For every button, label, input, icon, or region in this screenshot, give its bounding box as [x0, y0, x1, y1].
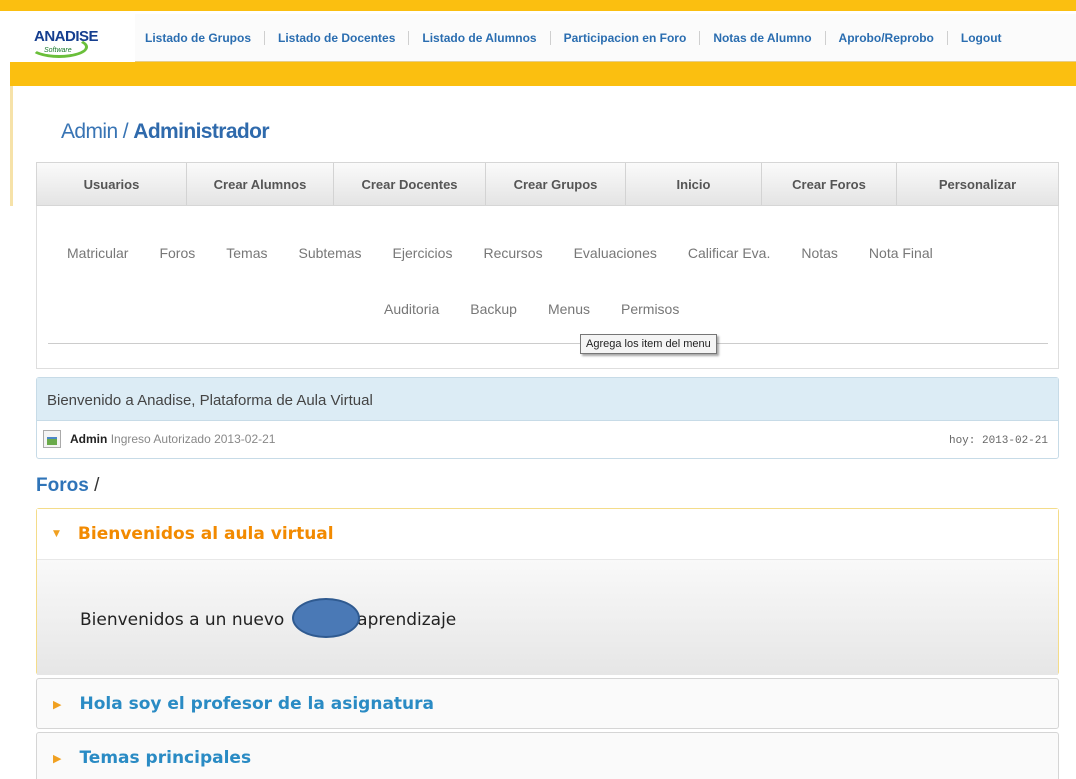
foros-heading: Foros /	[36, 475, 99, 497]
page-title-name: Administrador	[133, 120, 269, 143]
sub-menu-divider	[48, 343, 1048, 344]
submenu-backup[interactable]: Backup	[470, 301, 517, 317]
tab-crear-foros[interactable]: Crear Foros	[762, 163, 897, 205]
forum-item-header[interactable]: ▶ Temas principales	[37, 733, 1058, 779]
sub-menu-row-2: Auditoria Backup Menus Permisos	[384, 301, 710, 317]
sub-menu-row-1: Matricular Foros Temas Subtemas Ejercici…	[67, 245, 964, 261]
caret-right-icon: ▶	[53, 751, 62, 765]
welcome-user-name: Admin	[70, 432, 108, 446]
nav-listado-alumnos[interactable]: Listado de Alumnos	[422, 31, 536, 45]
submenu-menus[interactable]: Menus	[548, 301, 590, 317]
foros-heading-text: Foros	[36, 475, 89, 496]
welcome-user-row: Admin Ingreso Autorizado 2013-02-21 hoy:…	[37, 421, 1058, 459]
nav-logout[interactable]: Logout	[961, 31, 1002, 45]
submenu-calificar-eva[interactable]: Calificar Eva.	[688, 245, 770, 261]
forum-body-text-end: aprendizaje	[357, 610, 457, 630]
nav-participacion-foro[interactable]: Participacion en Foro	[564, 31, 687, 45]
submenu-subtemas[interactable]: Subtemas	[299, 245, 362, 261]
welcome-today-date: hoy: 2013-02-21	[948, 435, 1048, 447]
welcome-box: Bienvenido a Anadise, Plataforma de Aula…	[36, 377, 1059, 459]
welcome-login-status: Ingreso Autorizado 2013-02-21	[110, 432, 276, 446]
main-tab-bar: Usuarios Crear Alumnos Crear Docentes Cr…	[36, 162, 1059, 206]
menus-tooltip: Agrega los item del menu	[580, 334, 717, 354]
forum-item-title: Hola soy el profesor de la asignatura	[79, 694, 435, 714]
redaction-mark	[292, 598, 360, 638]
nav-divider	[549, 31, 551, 45]
logo-text: ANADISE	[34, 28, 99, 45]
nav-aprobo-reprobo[interactable]: Aprobo/Reprobo	[839, 31, 934, 45]
submenu-evaluaciones[interactable]: Evaluaciones	[574, 245, 657, 261]
submenu-ejercicios[interactable]: Ejercicios	[393, 245, 453, 261]
user-image-icon	[43, 430, 61, 448]
forum-item-body-text: Bienvenidos a un nuevo aprendizaje	[80, 610, 456, 630]
tab-crear-docentes[interactable]: Crear Docentes	[334, 163, 486, 205]
forum-item-expanded: ▼ Bienvenidos al aula virtual Bienvenido…	[36, 508, 1059, 675]
submenu-nota-final[interactable]: Nota Final	[869, 245, 933, 261]
nav-divider	[408, 31, 410, 45]
caret-right-icon: ▶	[53, 697, 62, 711]
nav-divider	[699, 31, 701, 45]
submenu-matricular[interactable]: Matricular	[67, 245, 128, 261]
side-strip	[10, 86, 13, 206]
nav-divider	[264, 31, 266, 45]
tab-personalizar[interactable]: Personalizar	[897, 163, 1058, 205]
foros-heading-separator: /	[94, 475, 100, 496]
top-header	[0, 0, 1076, 206]
forum-item-header[interactable]: ▼ Bienvenidos al aula virtual	[37, 509, 1058, 560]
submenu-auditoria[interactable]: Auditoria	[384, 301, 439, 317]
welcome-title: Bienvenido a Anadise, Plataforma de Aula…	[37, 378, 1058, 421]
caret-down-icon: ▼	[53, 529, 60, 539]
tab-usuarios[interactable]: Usuarios	[37, 163, 187, 205]
anadise-logo[interactable]: ANADISE Software	[28, 20, 118, 66]
page-title: Admin / Administrador	[61, 120, 270, 144]
forum-item-header[interactable]: ▶ Hola soy el profesor de la asignatura	[37, 679, 1058, 729]
submenu-recursos[interactable]: Recursos	[483, 245, 542, 261]
header-orange-strip	[0, 0, 1076, 11]
header-orange-band	[10, 62, 1076, 86]
page-title-role: Admin /	[61, 120, 129, 143]
submenu-foros[interactable]: Foros	[159, 245, 195, 261]
nav-listado-docentes[interactable]: Listado de Docentes	[278, 31, 395, 45]
logo-subtext: Software	[44, 47, 72, 54]
forum-body-text-start: Bienvenidos a un nuevo	[80, 610, 285, 630]
nav-divider	[946, 31, 948, 45]
submenu-permisos[interactable]: Permisos	[621, 301, 679, 317]
tab-crear-alumnos[interactable]: Crear Alumnos	[187, 163, 334, 205]
welcome-user-info: Admin Ingreso Autorizado 2013-02-21	[70, 432, 275, 446]
nav-listado-grupos[interactable]: Listado de Grupos	[145, 31, 251, 45]
nav-divider	[824, 31, 826, 45]
forum-item-body: Bienvenidos a un nuevo aprendizaje	[37, 560, 1058, 675]
sub-menu-panel	[36, 206, 1059, 369]
submenu-temas[interactable]: Temas	[226, 245, 267, 261]
tab-inicio[interactable]: Inicio	[626, 163, 762, 205]
forum-item-title: Temas principales	[79, 748, 252, 768]
forum-item-title: Bienvenidos al aula virtual	[77, 524, 334, 544]
submenu-notas[interactable]: Notas	[801, 245, 838, 261]
forum-item-collapsed: ▶ Hola soy el profesor de la asignatura	[36, 678, 1059, 729]
top-nav: Listado de Grupos Listado de Docentes Li…	[145, 30, 1002, 46]
nav-notas-alumno[interactable]: Notas de Alumno	[713, 31, 811, 45]
tab-crear-grupos[interactable]: Crear Grupos	[486, 163, 626, 205]
forum-item-collapsed: ▶ Temas principales	[36, 732, 1059, 779]
